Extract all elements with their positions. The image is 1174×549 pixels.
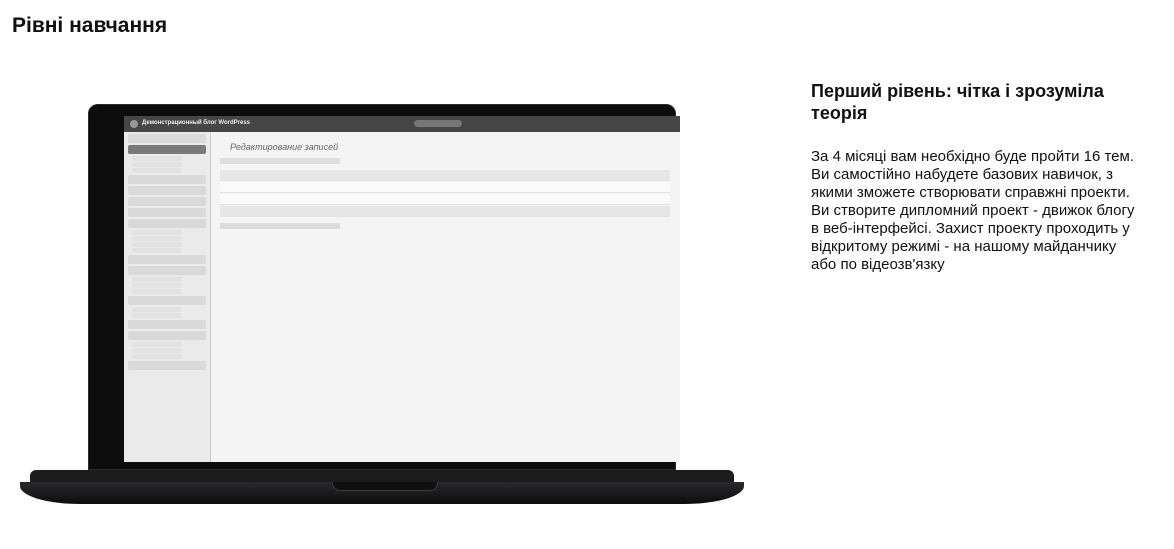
page-title: Рівні навчання xyxy=(12,14,168,37)
laptop-notch xyxy=(332,482,438,491)
wordpress-logo-icon xyxy=(130,120,138,128)
level-card: Перший рівень: чітка і зрозуміла теорія … xyxy=(811,80,1141,274)
admin-heading: Редактирование записей xyxy=(230,142,339,152)
level-title: Перший рівень: чітка і зрозуміла теорія xyxy=(811,81,1104,123)
laptop-illustration: Демонстрационный блог WordPress Редактир… xyxy=(20,98,744,518)
admin-main: Редактирование записей xyxy=(220,138,670,458)
laptop-screen: Демонстрационный блог WordPress Редактир… xyxy=(124,116,680,462)
level-description: За 4 місяці вам необхідно буде пройти 16… xyxy=(811,148,1135,273)
admin-sidebar xyxy=(124,132,211,462)
admin-topbar-pill xyxy=(414,120,462,127)
admin-topbar: Демонстрационный блог WordPress xyxy=(124,116,680,132)
admin-site-title: Демонстрационный блог WordPress xyxy=(142,120,250,126)
